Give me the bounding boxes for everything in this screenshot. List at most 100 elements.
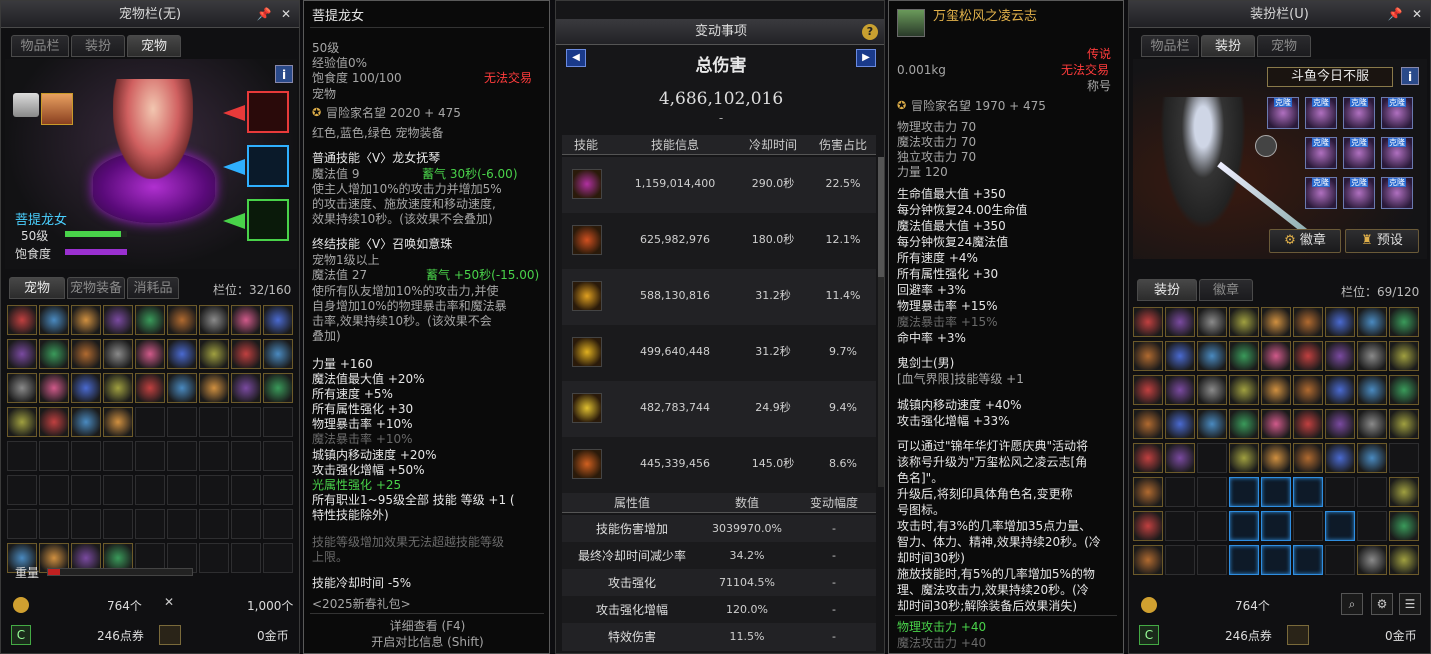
scrollbar[interactable] [878, 157, 884, 487]
tab-pet[interactable]: 宠物 [127, 35, 181, 57]
avatar-inventory-slot[interactable] [1165, 511, 1195, 541]
avatar-inventory-slot[interactable] [1389, 511, 1419, 541]
avatar-inventory-slot[interactable] [1229, 545, 1259, 575]
skill-row[interactable]: 588,130,816 31.2秒 11.4% [562, 269, 876, 325]
avatar-inventory-slot[interactable] [1293, 443, 1323, 473]
avatar-inventory-slot[interactable] [1261, 375, 1291, 405]
pet-inventory-slot[interactable] [199, 441, 229, 471]
pet-inventory-slot[interactable] [167, 475, 197, 505]
close-icon[interactable]: ✕ [277, 1, 295, 28]
avatar-inventory-slot[interactable] [1133, 443, 1163, 473]
pet-inventory-slot[interactable] [71, 373, 101, 403]
avatar-inventory-slot[interactable] [1261, 443, 1291, 473]
pet-inventory-slot[interactable] [231, 373, 261, 403]
pet-inventory-slot[interactable] [199, 475, 229, 505]
pet-inventory-slot[interactable] [231, 543, 261, 573]
pet-inventory-slot[interactable] [231, 441, 261, 471]
scrollbar-thumb[interactable] [878, 157, 884, 277]
pet-equip-blue-slot[interactable] [247, 145, 289, 187]
pet-inventory-slot[interactable] [231, 339, 261, 369]
avatar-inventory-slot[interactable] [1357, 307, 1387, 337]
pet-inventory-slot[interactable] [103, 305, 133, 335]
info-button[interactable]: i [275, 65, 293, 83]
avatar-inventory-slot[interactable] [1389, 307, 1419, 337]
avatar-inventory-slot[interactable] [1197, 443, 1227, 473]
tab-inventory[interactable]: 物品栏 [11, 35, 69, 57]
avatar-inventory-slot[interactable] [1293, 511, 1323, 541]
pet-inventory-slot[interactable] [263, 475, 293, 505]
avatar-inventory-slot[interactable] [1261, 545, 1291, 575]
avatar-inventory-slot[interactable] [1261, 341, 1291, 371]
avatar-inventory-slot[interactable] [1293, 409, 1323, 439]
tab-avatar[interactable]: 装扮 [71, 35, 125, 57]
pet-inventory-slot[interactable] [199, 373, 229, 403]
pet-inventory-slot[interactable] [135, 373, 165, 403]
pet-inventory-slot[interactable] [167, 407, 197, 437]
avatar-inventory-slot[interactable] [1229, 511, 1259, 541]
pet-inventory-slot[interactable] [7, 407, 37, 437]
avatar-inventory-slot[interactable] [1197, 409, 1227, 439]
avatar-equip-slot[interactable]: 克隆 [1305, 137, 1337, 169]
avatar-inventory-slot[interactable] [1357, 409, 1387, 439]
skill-row[interactable]: 499,640,448 31.2秒 9.7% [562, 325, 876, 381]
avatar-inventory-slot[interactable] [1261, 307, 1291, 337]
pet-inventory-slot[interactable] [263, 339, 293, 369]
avatar-equip-slot[interactable]: 克隆 [1381, 97, 1413, 129]
pet-inventory-slot[interactable] [39, 509, 69, 539]
skill-row[interactable]: 482,783,744 24.9秒 9.4% [562, 381, 876, 437]
avatar-equip-slot[interactable]: 克隆 [1381, 137, 1413, 169]
tab-inventory[interactable]: 物品栏 [1141, 35, 1199, 57]
avatar-inventory-slot[interactable] [1197, 511, 1227, 541]
pet-inventory-slot[interactable] [263, 373, 293, 403]
pet-equip-green-slot[interactable] [247, 199, 289, 241]
avatar-inventory-slot[interactable] [1293, 341, 1323, 371]
pet-inventory-slot[interactable] [7, 441, 37, 471]
avatar-inventory-slot[interactable] [1165, 375, 1195, 405]
pet-inventory-slot[interactable] [103, 407, 133, 437]
pet-inventory-slot[interactable] [7, 373, 37, 403]
pet-inventory-slot[interactable] [39, 441, 69, 471]
avatar-inventory-slot[interactable] [1133, 477, 1163, 507]
avatar-inventory-slot[interactable] [1293, 545, 1323, 575]
avatar-equip-slot[interactable]: 克隆 [1343, 97, 1375, 129]
list-icon[interactable]: ☰ [1399, 593, 1421, 615]
avatar-inventory-slot[interactable] [1325, 375, 1355, 405]
search-icon[interactable]: ⌕ [1341, 593, 1363, 615]
avatar-inventory-slot[interactable] [1133, 307, 1163, 337]
pet-inventory-slot[interactable] [135, 441, 165, 471]
avatar-inventory-slot[interactable] [1389, 443, 1419, 473]
pet-inventory-slot[interactable] [167, 441, 197, 471]
pet-inventory-slot[interactable] [103, 373, 133, 403]
tab-pets[interactable]: 宠物 [9, 277, 65, 299]
skill-row[interactable]: 1,159,014,400 290.0秒 22.5% [562, 157, 876, 213]
pet-inventory-slot[interactable] [7, 475, 37, 505]
pet-inventory-slot[interactable] [39, 305, 69, 335]
pet-inventory-slot[interactable] [39, 407, 69, 437]
avatar-inventory-slot[interactable] [1197, 307, 1227, 337]
pet-inventory-slot[interactable] [135, 305, 165, 335]
pet-inventory-slot[interactable] [231, 305, 261, 335]
help-icon[interactable]: ? [862, 24, 878, 40]
avatar-inventory-slot[interactable] [1389, 477, 1419, 507]
pet-inventory-slot[interactable] [7, 509, 37, 539]
pet-inventory-slot[interactable] [263, 441, 293, 471]
pet-inventory-slot[interactable] [263, 305, 293, 335]
avatar-inventory-slot[interactable] [1293, 477, 1323, 507]
pet-inventory-slot[interactable] [71, 509, 101, 539]
avatar-inventory-slot[interactable] [1229, 409, 1259, 439]
avatar-inventory-slot[interactable] [1325, 545, 1355, 575]
avatar-inventory-slot[interactable] [1357, 511, 1387, 541]
pet-inventory-slot[interactable] [199, 543, 229, 573]
avatar-inventory-slot[interactable] [1197, 477, 1227, 507]
pet-inventory-slot[interactable] [199, 509, 229, 539]
pet-inventory-slot[interactable] [103, 475, 133, 505]
badge-button[interactable]: ⚙ 徽章 [1269, 229, 1341, 253]
avatar-inventory-slot[interactable] [1357, 375, 1387, 405]
tab-avatar[interactable]: 装扮 [1201, 35, 1255, 57]
avatar-window-titlebar[interactable]: 装扮栏(U) 📌 ✕ [1129, 1, 1430, 28]
avatar-inventory-slot[interactable] [1165, 409, 1195, 439]
avatar-inventory-slot[interactable] [1229, 307, 1259, 337]
pet-inventory-slot[interactable] [103, 441, 133, 471]
avatar-equip-slot[interactable]: 克隆 [1343, 177, 1375, 209]
pet-inventory-slot[interactable] [167, 339, 197, 369]
